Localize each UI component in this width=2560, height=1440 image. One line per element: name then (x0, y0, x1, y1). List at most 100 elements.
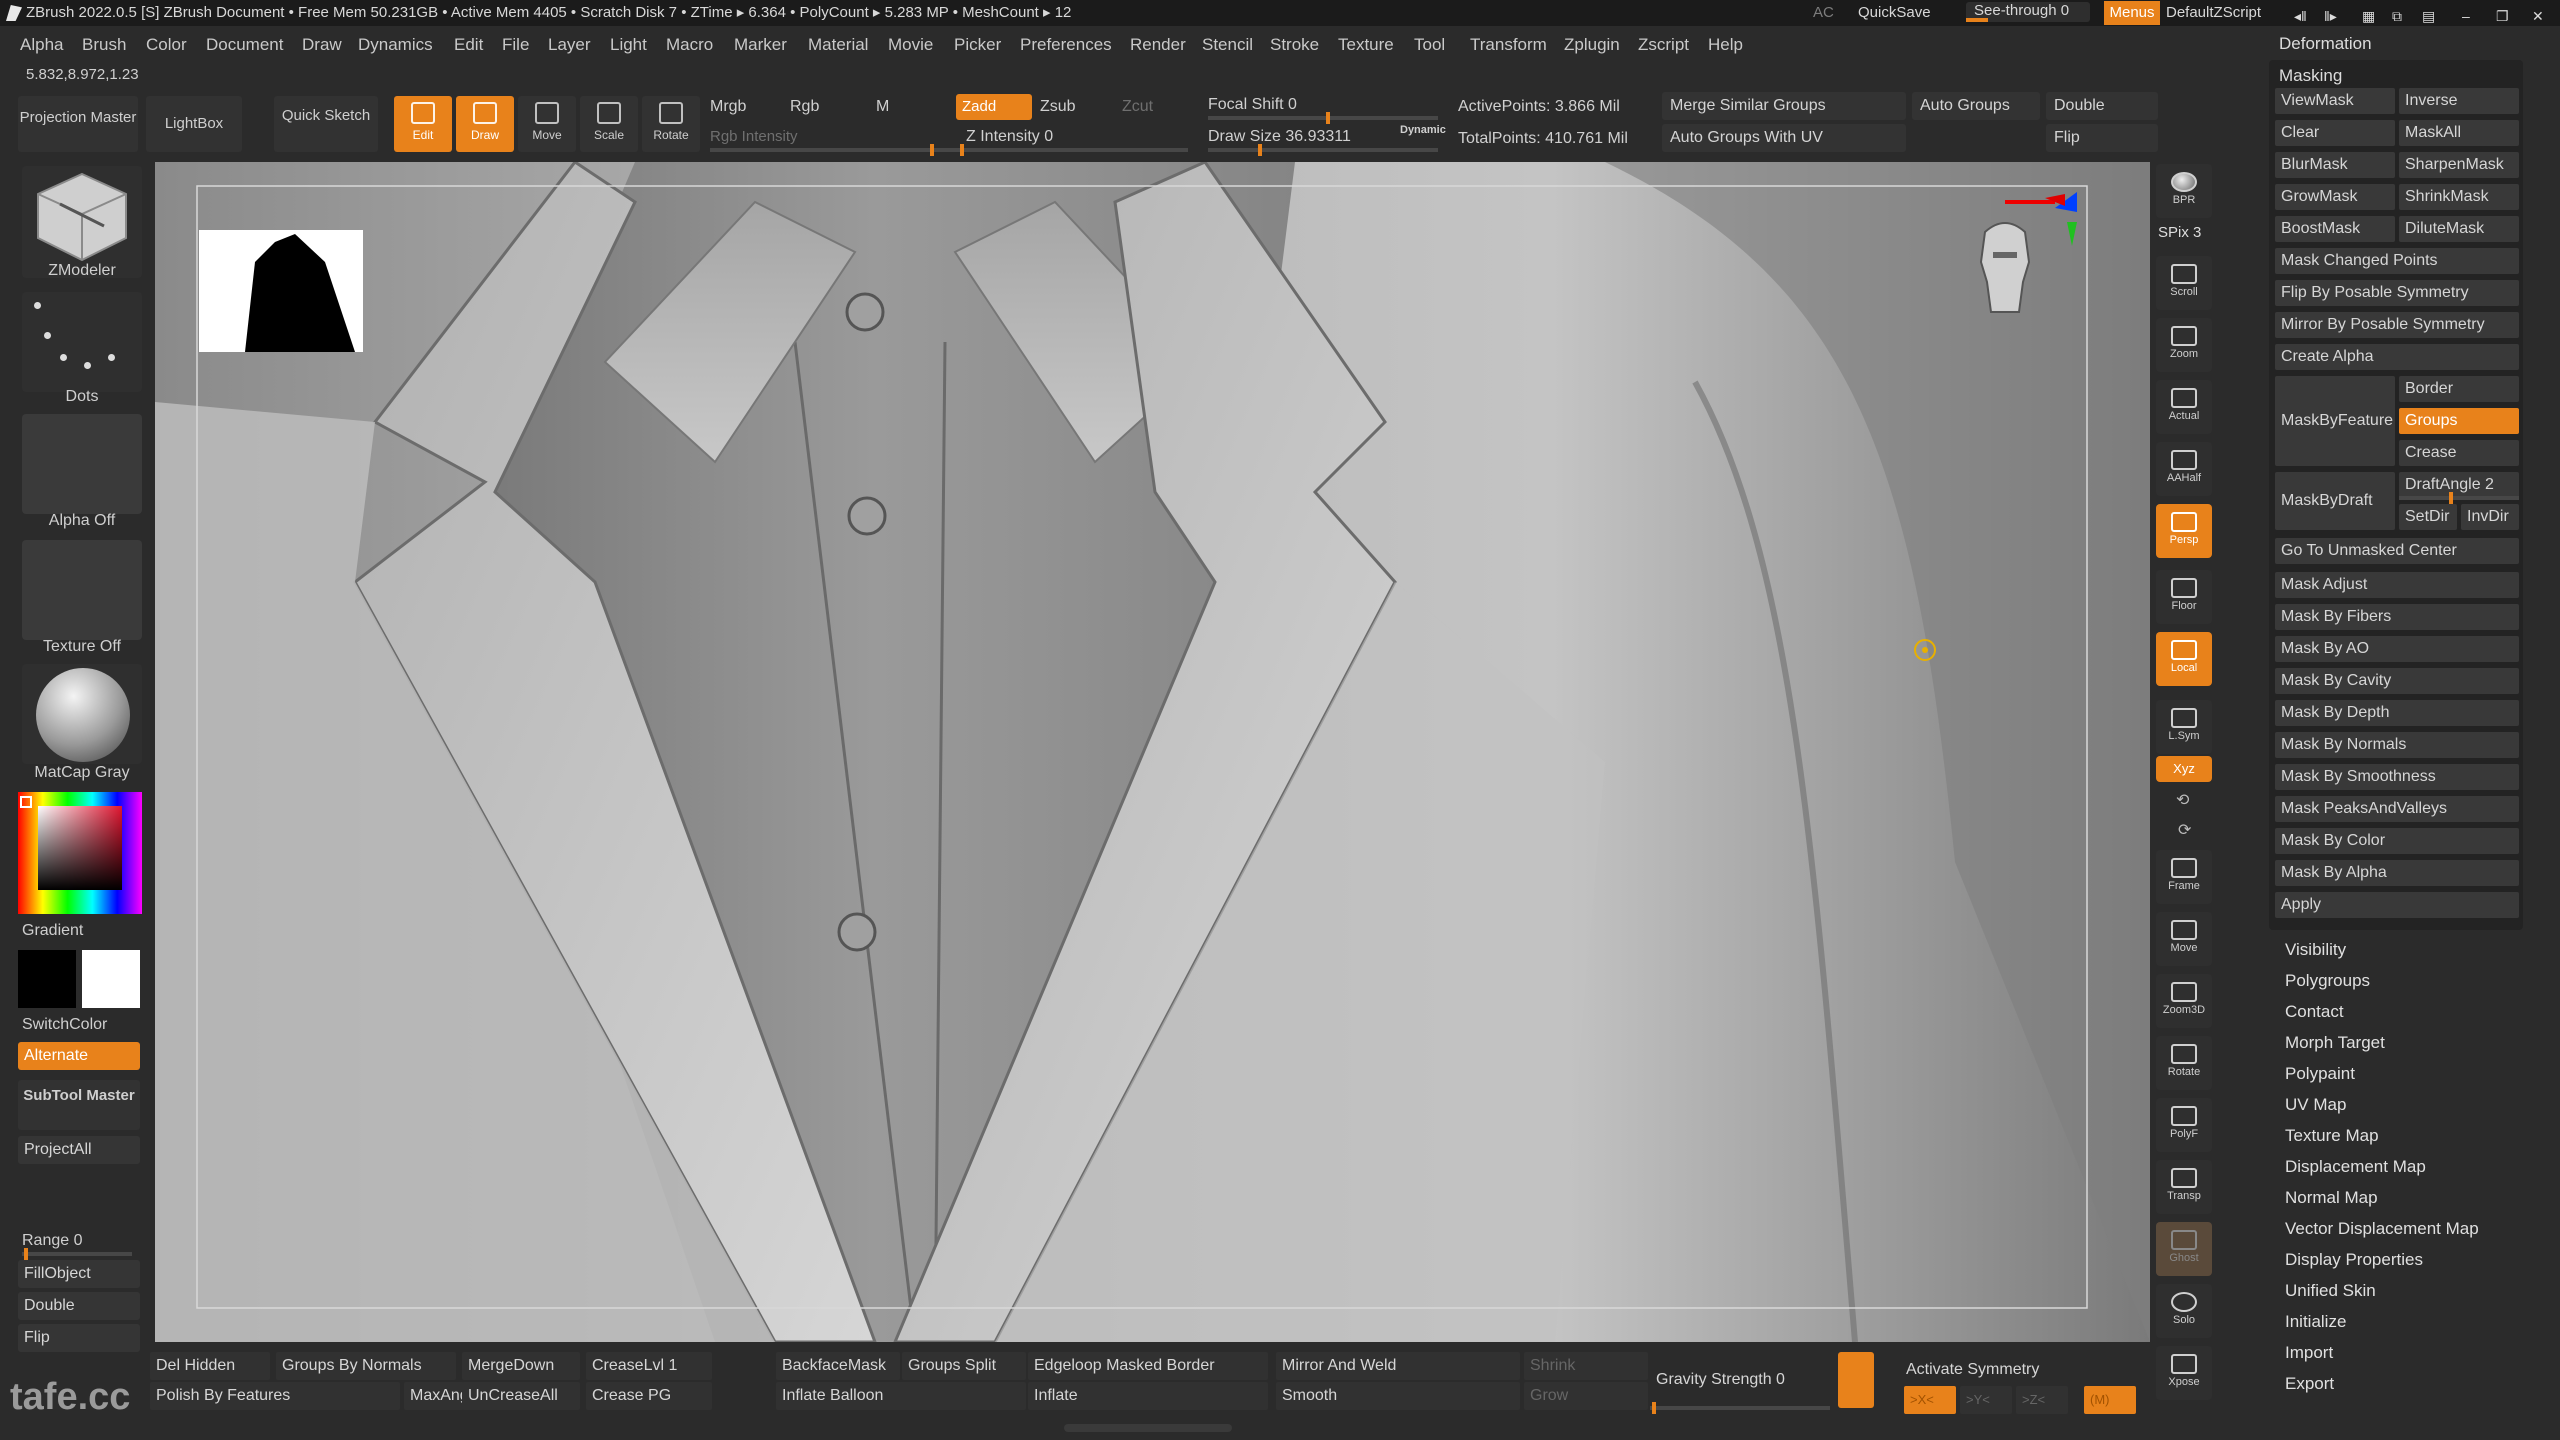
menu-macro[interactable]: Macro (666, 35, 713, 55)
menu-marker[interactable]: Marker (734, 35, 787, 55)
menu-alpha[interactable]: Alpha (20, 35, 63, 55)
rotate-y-icon[interactable]: ⟲ (2176, 790, 2189, 810)
scroll-button[interactable]: Scroll (2156, 256, 2212, 310)
menu-help[interactable]: Help (1708, 35, 1743, 55)
fillobject-button[interactable]: FillObject (18, 1260, 140, 1288)
document-canvas[interactable] (155, 162, 2150, 1342)
morph-target-section[interactable]: Morph Target (2285, 1033, 2385, 1053)
groups-toggle[interactable]: Groups (2399, 408, 2519, 434)
move-mode-button[interactable]: Move (518, 96, 576, 152)
rgb-intensity-slider[interactable]: Rgb Intensity (710, 128, 798, 145)
focal-shift-slider[interactable]: Focal Shift 0 (1208, 96, 1297, 114)
backfacemask-button[interactable]: BackfaceMask (776, 1352, 900, 1380)
menu-stencil[interactable]: Stencil (1202, 35, 1253, 55)
display-properties-section[interactable]: Display Properties (2285, 1250, 2423, 1270)
zadd-button[interactable]: Zadd (956, 94, 1032, 120)
color-picker[interactable] (18, 792, 142, 914)
mirror-by-posable-symmetry-button[interactable]: Mirror By Posable Symmetry (2275, 312, 2519, 338)
menu-dynamics[interactable]: Dynamics (358, 35, 433, 55)
quicksave-button[interactable]: QuickSave (1858, 0, 1931, 26)
polish-by-features-button[interactable]: Polish By Features (150, 1382, 400, 1410)
mask-changed-points-button[interactable]: Mask Changed Points (2275, 248, 2519, 274)
blurmask-button[interactable]: BlurMask (2275, 152, 2395, 178)
menu-material[interactable]: Material (808, 35, 868, 55)
menu-document[interactable]: Document (206, 35, 283, 55)
mask-by-depth-button[interactable]: Mask By Depth (2275, 700, 2519, 726)
projection-master-button[interactable]: Projection Master (18, 96, 138, 152)
frame-button[interactable]: Frame (2156, 850, 2212, 904)
groups-split-button[interactable]: Groups Split (902, 1352, 1026, 1380)
color-saturation-square[interactable] (38, 806, 122, 890)
alpha-thumbnail[interactable] (22, 414, 142, 514)
smooth-slider[interactable]: Smooth (1276, 1382, 1520, 1410)
menu-color[interactable]: Color (146, 35, 187, 55)
xpose-button[interactable]: Xpose (2156, 1346, 2212, 1400)
mask-by-alpha-button[interactable]: Mask By Alpha (2275, 860, 2519, 886)
groups-by-normals-button[interactable]: Groups By Normals (276, 1352, 456, 1380)
polygroups-section[interactable]: Polygroups (2285, 971, 2370, 991)
sharpenmask-button[interactable]: SharpenMask (2399, 152, 2519, 178)
grow-button[interactable]: Grow (1524, 1382, 1648, 1410)
rotate-mode-button[interactable]: Rotate (642, 96, 700, 152)
maskbyfeature-button[interactable]: MaskByFeature (2275, 376, 2395, 466)
main-color-swatch[interactable] (82, 950, 140, 1008)
deformation-section[interactable]: Deformation (2279, 34, 2372, 54)
menu-tool[interactable]: Tool (1414, 35, 1445, 55)
texture-map-section[interactable]: Texture Map (2285, 1126, 2379, 1146)
draw-size-track[interactable] (1208, 144, 1438, 156)
border-toggle[interactable]: Border (2399, 376, 2519, 402)
subtool-master-button[interactable]: SubTool Master (18, 1080, 140, 1130)
texture-thumbnail[interactable] (22, 540, 142, 640)
draftangle-slider[interactable]: DraftAngle 2 (2399, 472, 2519, 498)
m-toggle[interactable]: M (876, 98, 889, 116)
draw-size-slider[interactable]: Draw Size 36.93311 (1208, 128, 1351, 146)
menu-texture[interactable]: Texture (1338, 35, 1394, 55)
quick-sketch-button[interactable]: Quick Sketch (274, 96, 378, 152)
switchcolor-button[interactable]: SwitchColor (22, 1016, 142, 1034)
z-intensity-track[interactable] (958, 144, 1188, 156)
masking-section[interactable]: Masking (2279, 66, 2342, 86)
mask-by-ao-button[interactable]: Mask By AO (2275, 636, 2519, 662)
displacement-map-section[interactable]: Displacement Map (2285, 1157, 2426, 1177)
range-slider[interactable]: Range 0 (22, 1232, 142, 1250)
apply-mask-button[interactable]: Apply (2275, 892, 2519, 918)
draftangle-track[interactable] (2399, 492, 2519, 504)
menu-draw[interactable]: Draw (302, 35, 342, 55)
actual-button[interactable]: Actual (2156, 380, 2212, 434)
contact-section[interactable]: Contact (2285, 1002, 2344, 1022)
menu-zplugin[interactable]: Zplugin (1564, 35, 1620, 55)
dilutemask-button[interactable]: DiluteMask (2399, 216, 2519, 242)
menu-edit[interactable]: Edit (454, 35, 483, 55)
mergedown-button[interactable]: MergeDown (462, 1352, 580, 1380)
lsym-button[interactable]: L.Sym (2156, 700, 2212, 754)
edit-mode-button[interactable]: Edit (394, 96, 452, 152)
symmetry-m-toggle[interactable]: (M) (2084, 1386, 2136, 1414)
see-through-slider[interactable]: See-through 0 (1966, 2, 2090, 22)
del-hidden-button[interactable]: Del Hidden (150, 1352, 270, 1380)
menus-toggle-button[interactable]: Menus (2104, 1, 2160, 25)
uncreaseall-button[interactable]: UnCreaseAll (462, 1382, 580, 1410)
menu-layer[interactable]: Layer (548, 35, 591, 55)
unified-skin-section[interactable]: Unified Skin (2285, 1281, 2376, 1301)
creaselvl-slider[interactable]: CreaseLvl 1 (586, 1352, 712, 1380)
zoom3d-button[interactable]: Zoom3D (2156, 974, 2212, 1028)
bpr-button[interactable]: BPR (2156, 164, 2212, 218)
solo-button[interactable]: Solo (2156, 1284, 2212, 1338)
menu-zscript[interactable]: Zscript (1638, 35, 1689, 55)
menu-movie[interactable]: Movie (888, 35, 933, 55)
maskbydraft-button[interactable]: MaskByDraft (2275, 472, 2395, 530)
rgb-toggle[interactable]: Rgb (790, 98, 819, 116)
secondary-color-swatch[interactable] (18, 950, 76, 1008)
mirror-and-weld-button[interactable]: Mirror And Weld (1276, 1352, 1520, 1380)
maxang-slider[interactable]: MaxAng (404, 1382, 469, 1410)
gravity-strength-slider[interactable]: Gravity Strength 0 (1650, 1366, 1830, 1394)
polyf-button[interactable]: PolyF (2156, 1098, 2212, 1152)
crease-toggle[interactable]: Crease (2399, 440, 2519, 466)
material-thumbnail[interactable] (22, 664, 142, 764)
menu-file[interactable]: File (502, 35, 529, 55)
uv-map-section[interactable]: UV Map (2285, 1095, 2346, 1115)
flip-button[interactable]: Flip (2046, 124, 2158, 152)
vector-displacement-map-section[interactable]: Vector Displacement Map (2285, 1219, 2479, 1239)
invdir-button[interactable]: InvDir (2461, 504, 2519, 530)
menu-brush[interactable]: Brush (82, 35, 126, 55)
